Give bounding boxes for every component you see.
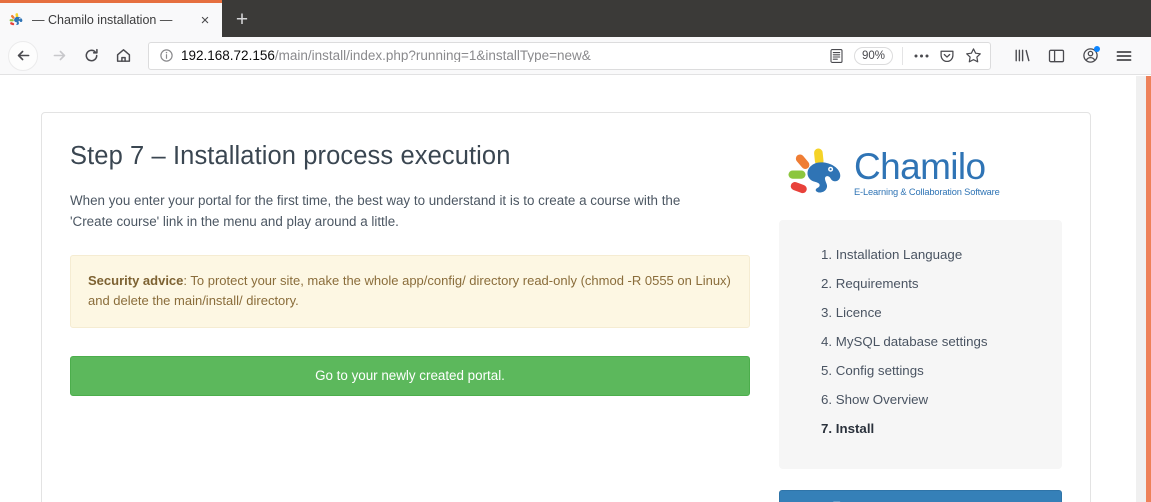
tab-strip: — Chamilo installation — × + (0, 0, 1151, 37)
reload-icon[interactable] (76, 41, 106, 71)
chamilo-favicon (9, 12, 25, 28)
step-item-6[interactable]: 6. Show Overview (821, 387, 1062, 416)
go-to-portal-button[interactable]: Go to your newly created portal. (70, 356, 750, 397)
vertical-scrollbar[interactable] (1136, 76, 1146, 502)
security-advice-label: Security advice (88, 272, 184, 288)
chamilo-logo: Chamilo E-Learning & Collaboration Softw… (779, 142, 1062, 204)
intro-paragraph: When you enter your portal for the first… (70, 193, 681, 229)
step-item-2[interactable]: 2. Requirements (821, 271, 1062, 300)
home-icon[interactable] (108, 41, 138, 71)
star-icon[interactable] (960, 43, 986, 69)
installation-steps-panel: 1. Installation Language 2. Requirements… (779, 220, 1062, 469)
page-content: Step 7 – Installation process execution … (0, 76, 1136, 502)
new-tab-button[interactable]: + (222, 3, 262, 37)
security-advice-box: Security advice: To protect your site, m… (70, 254, 750, 329)
read-installation-guide-button[interactable]: Read the installation guide (779, 489, 1062, 502)
installer-main-column: Step 7 – Installation process execution … (70, 142, 750, 502)
security-advice-text: : To protect your site, make the whole a… (88, 272, 731, 308)
page-title: Step 7 – Installation process execution (70, 142, 511, 170)
account-icon[interactable] (1075, 41, 1105, 71)
hamburger-menu-icon[interactable] (1109, 41, 1139, 71)
browser-tab[interactable]: — Chamilo installation — × (0, 3, 222, 37)
url-text[interactable]: 192.168.72.156/main/install/index.php?ru… (181, 49, 824, 63)
url-path: /main/install/index.php?running=1&instal… (274, 48, 591, 63)
url-bar-actions: 90% (824, 43, 986, 69)
zoom-level-indicator[interactable]: 90% (853, 46, 893, 65)
library-icon[interactable] (1007, 41, 1037, 71)
toolbar-right-buttons (1007, 41, 1143, 71)
logo-word: Chamilo (854, 145, 986, 187)
page-right-edge (1146, 76, 1151, 502)
divider (902, 46, 903, 65)
page-viewport: Step 7 – Installation process execution … (0, 76, 1151, 502)
navigation-toolbar: 192.168.72.156/main/install/index.php?ru… (0, 37, 1151, 75)
pocket-icon[interactable] (934, 43, 960, 69)
info-icon[interactable] (157, 48, 175, 63)
url-bar[interactable]: 192.168.72.156/main/install/index.php?ru… (148, 41, 991, 70)
installer-card: Step 7 – Installation process execution … (41, 112, 1091, 502)
url-host: 192.168.72.156 (181, 48, 275, 63)
sidebar-icon[interactable] (1041, 41, 1071, 71)
browser-window: — Chamilo installation — × + 192.168.72.… (0, 0, 1151, 502)
tab-title: — Chamilo installation — (32, 13, 173, 27)
chamilo-chameleon-logo (787, 147, 850, 199)
reader-view-icon[interactable] (824, 43, 850, 69)
ellipsis-icon[interactable] (908, 43, 934, 69)
step-item-7[interactable]: 7. Install (821, 416, 1062, 445)
step-item-1[interactable]: 1. Installation Language (821, 242, 1062, 271)
forward-icon (44, 41, 74, 71)
step-item-3[interactable]: 3. Licence (821, 300, 1062, 329)
account-notification-badge (1094, 45, 1100, 52)
logo-tagline: E-Learning & Collaboration Software (854, 187, 1000, 198)
close-icon[interactable]: × (196, 11, 214, 29)
installer-side-column: Chamilo E-Learning & Collaboration Softw… (750, 142, 1062, 502)
step-item-4[interactable]: 4. MySQL database settings (821, 329, 1062, 358)
chamilo-wordmark: Chamilo E-Learning & Collaboration Softw… (854, 145, 1000, 198)
step-item-5[interactable]: 5. Config settings (821, 358, 1062, 387)
back-icon[interactable] (8, 40, 38, 71)
